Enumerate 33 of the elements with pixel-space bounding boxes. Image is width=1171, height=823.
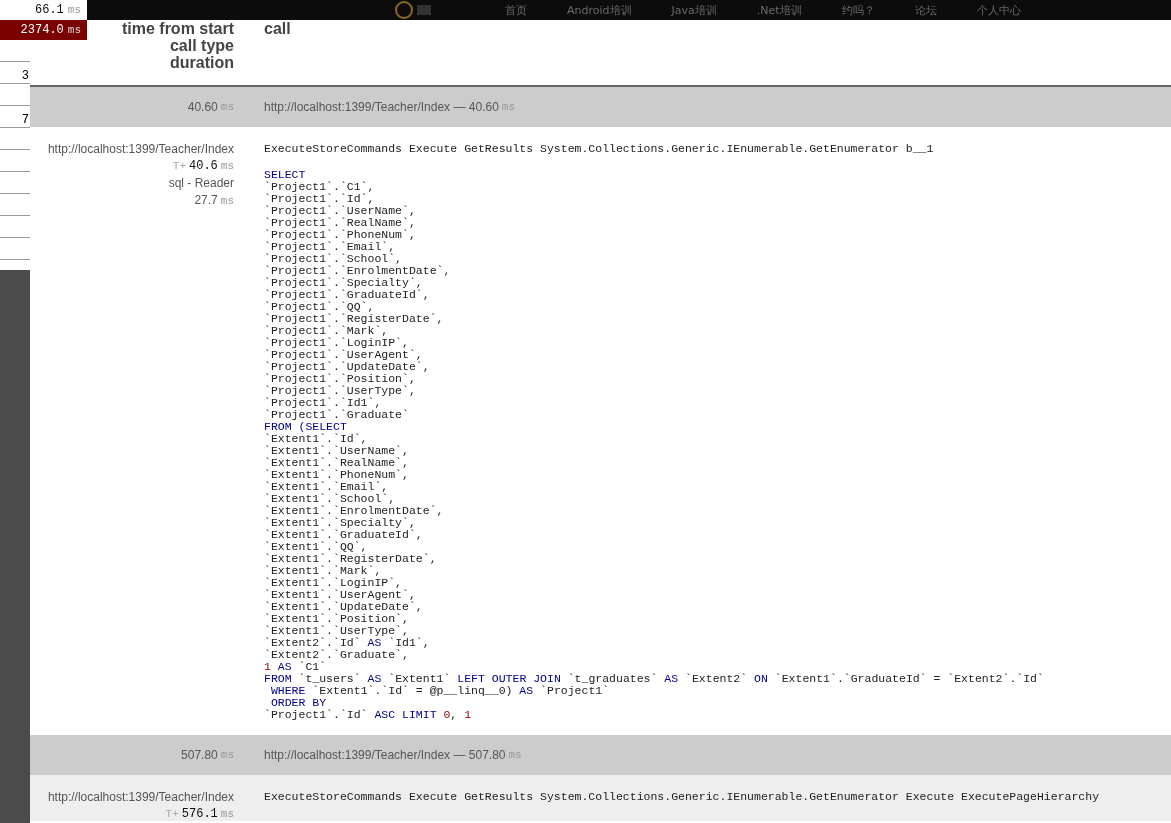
call-type: sql - Reader (168, 176, 234, 190)
column-heading: time from start (121, 20, 234, 37)
unit-label: ms (220, 808, 234, 820)
list-number: 3 (21, 69, 29, 83)
nav-link[interactable]: 首页 (505, 2, 527, 18)
nav-link[interactable]: Android培训 (567, 2, 632, 18)
nav-link[interactable]: Java培训 (671, 2, 717, 18)
stack-trace: ExecuteStoreCommands Execute GetResults System.Collections.Generic.IEnumerable.GetEnumerator Execute ExecutePageHierarchy (264, 790, 1101, 803)
start-time: 40.6 (189, 159, 218, 173)
start-prefix: T+ (165, 808, 179, 820)
stack-trace: ExecuteStoreCommands Execute GetResults System.Collections.Generic.IEnumerable.GetEnumerator b__1 (264, 142, 935, 155)
nav-link[interactable]: 论坛 (914, 2, 937, 18)
duration-value: 27.7 (194, 193, 218, 207)
unit-label: ms (220, 160, 234, 172)
list-number: 7 (21, 113, 29, 127)
column-heading: duration (170, 54, 234, 71)
request-url: http://localhost:1399/Teacher/Index (47, 790, 234, 804)
column-heading: call (264, 20, 292, 37)
sql-query: SELECT `Project1`.`C1`, `Project1`.`Id`, `Project1`.`UserName`, `Project1`.`RealName`, `Project1`.`PhoneNum`, `Project1`.`Email`, `Project1`.`School`, `Project1`.`EnrolmentDate`, `Project1`.`Specialty`, `Project1`.`GraduateId`, `Project1`.`QQ`, `Project1`.`RegisterDate`, `Project1`.`Mark`, `Project1`.`LoginIP`, `Project1`.`UserAgent`, `Project1`.`UpdateDate`, `Project1`.`Position`, `Project1`.`UserType`, `Project1`.`Id1`, `Project1`.`Graduate` FROM (SELECT `Extent1`.`Id`, `Extent1`.`UserName`, `Extent1`.`RealName`, `Extent1`.`PhoneNum`, `Extent1`.`Email`, `Extent1`.`School`, `Extent1`.`EnrolmentDate`, `Extent1`.`Specialty`, `Extent1`.`GraduateId`, `Extent1`.`QQ`, `Extent1`.`RegisterDate`, `Extent1`.`Mark`, `Extent1`.`LoginIP`, `Extent1`.`UserAgent`, `Extent1`.`UpdateDate`, `Extent1`.`Position`, `Extent1`.`UserType`, `Extent2`.`Id` AS `Id1`, `Extent2`.`Graduate`, 1 AS `C1` FROM `t_users` AS `Extent1` LEFT OUTER JOIN `t_graduates` AS `Extent2` ON `Extent1`.`GraduateId` = `Extent2`.`Id` WHERE `Extent1`.`Id` = @p__linq__0) AS `Project1` ORDER BY `Project1`.`Id` ASC LIMIT 0, 1 (264, 169, 1045, 721)
request-url: http://localhost:1399/Teacher/Index (47, 142, 234, 156)
start-prefix: T+ (172, 160, 186, 172)
call-summary: http://localhost:1399/Teacher/Index — 507.80 (264, 748, 506, 762)
nav-link[interactable]: .Net培训 (756, 2, 802, 18)
timing-entry[interactable]: 2374.0 ms (0, 20, 87, 40)
nav-link[interactable]: 个人中心 (976, 2, 1021, 18)
timing-entry[interactable]: 66.1 ms (0, 0, 87, 20)
nav-link[interactable]: 约吗？ (841, 2, 875, 18)
start-time: 576.1 (181, 807, 218, 821)
duration-value: 507.80 (181, 748, 218, 762)
column-heading: call type (169, 37, 234, 54)
unit-label: ms (220, 195, 234, 207)
call-summary: http://localhost:1399/Teacher/Index — 40.60 (264, 100, 499, 114)
duration-value: 40.60 (187, 100, 218, 114)
